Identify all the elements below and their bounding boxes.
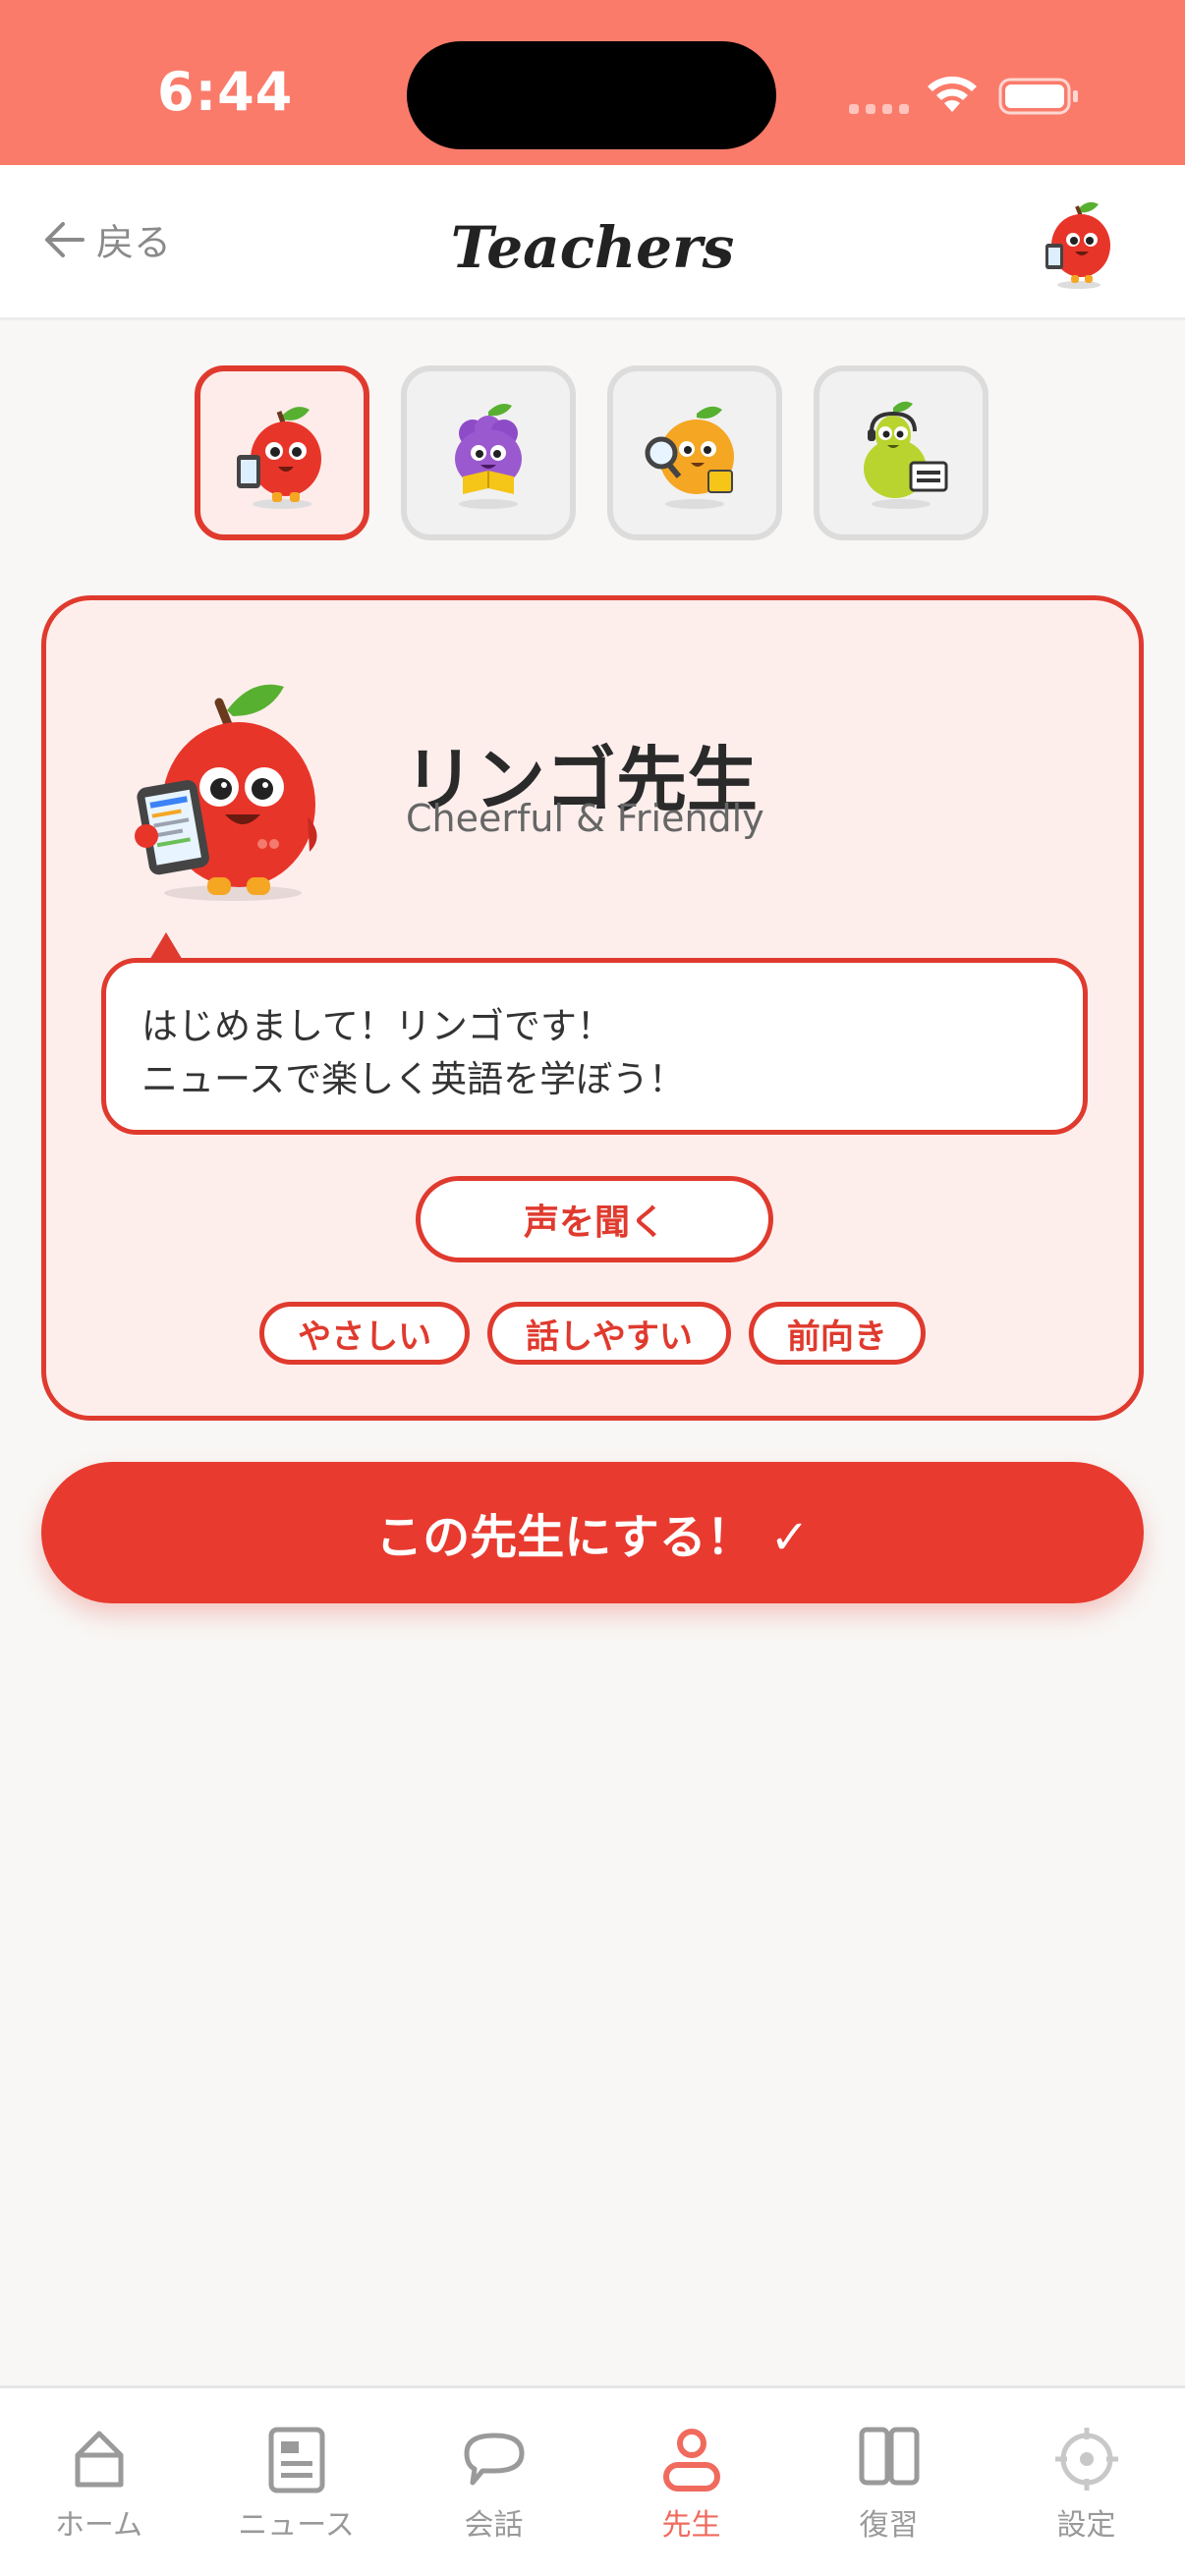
personality-tag: 話しやすい	[487, 1302, 731, 1365]
teacher-selector	[195, 365, 988, 540]
news-icon	[268, 2427, 324, 2493]
tab-label: ニュース	[238, 2508, 355, 2543]
wifi-icon	[928, 76, 977, 112]
choose-teacher-button[interactable]: この先生にする！ ✓	[41, 1462, 1144, 1603]
chat-icon	[464, 2433, 524, 2486]
greeting-speech-bubble: はじめまして！リンゴです！ ニュースで楽しく英語を学ぼう！	[101, 958, 1088, 1135]
orange-teacher-icon	[645, 406, 734, 509]
dynamic-island	[407, 41, 776, 149]
page-title: Teachers	[450, 214, 735, 281]
home-icon	[75, 2431, 123, 2488]
cellular-signal-icon	[849, 104, 909, 114]
tab-label: 会話	[464, 2508, 524, 2543]
teachers-screen: 6:44 戻る Teachers リンゴ先生 Cheerful & Friend…	[0, 0, 1185, 2576]
tab-conversation[interactable]: 会話	[395, 2388, 592, 2576]
tab-label: 先生	[661, 2508, 721, 2543]
status-bar: 6:44	[0, 0, 1185, 165]
tab-review[interactable]: 復習	[790, 2388, 988, 2576]
personality-tag: 前向き	[748, 1302, 926, 1365]
tab-label: 復習	[859, 2508, 919, 2543]
tab-news[interactable]: ニュース	[198, 2388, 395, 2576]
teacher-option-grape[interactable]	[401, 365, 576, 540]
apple-teacher-large-icon	[135, 684, 317, 901]
tab-home[interactable]: ホーム	[0, 2388, 198, 2576]
review-book-icon	[859, 2427, 919, 2486]
teacher-option-apple[interactable]	[195, 365, 369, 540]
teacher-icon	[662, 2429, 720, 2492]
bottom-tab-bar: ホーム ニュース 会話 先生 復習 設定	[0, 2385, 1185, 2576]
tab-label: ホーム	[54, 2508, 143, 2543]
status-time: 6:44	[157, 61, 294, 123]
personality-tag: やさしい	[259, 1302, 471, 1365]
settings-icon	[1054, 2428, 1118, 2491]
tab-settings[interactable]: 設定	[988, 2388, 1185, 2576]
teacher-option-orange[interactable]	[607, 365, 782, 540]
personality-tags: やさしい 話しやすい 前向き	[46, 1302, 1139, 1365]
apple-teacher-avatar-icon[interactable]	[1038, 195, 1120, 293]
tab-label: 設定	[1056, 2508, 1116, 2543]
grape-teacher-icon	[455, 404, 522, 509]
teacher-option-pear[interactable]	[814, 365, 988, 540]
apple-teacher-icon	[237, 407, 321, 509]
top-navigation-bar: 戻る Teachers	[0, 165, 1185, 320]
play-voice-button[interactable]: 声を聞く	[416, 1176, 773, 1262]
teacher-detail-card: リンゴ先生 Cheerful & Friendly はじめまして！リンゴです！ …	[41, 595, 1144, 1421]
greeting-line-2: ニュースで楽しく英語を学ぼう！	[141, 1058, 686, 1100]
battery-icon	[998, 78, 1078, 115]
greeting-line-1: はじめまして！リンゴです！	[141, 1005, 613, 1047]
teacher-tagline: Cheerful & Friendly	[406, 797, 764, 840]
pear-teacher-icon	[864, 401, 948, 509]
tab-teacher[interactable]: 先生	[592, 2388, 790, 2576]
